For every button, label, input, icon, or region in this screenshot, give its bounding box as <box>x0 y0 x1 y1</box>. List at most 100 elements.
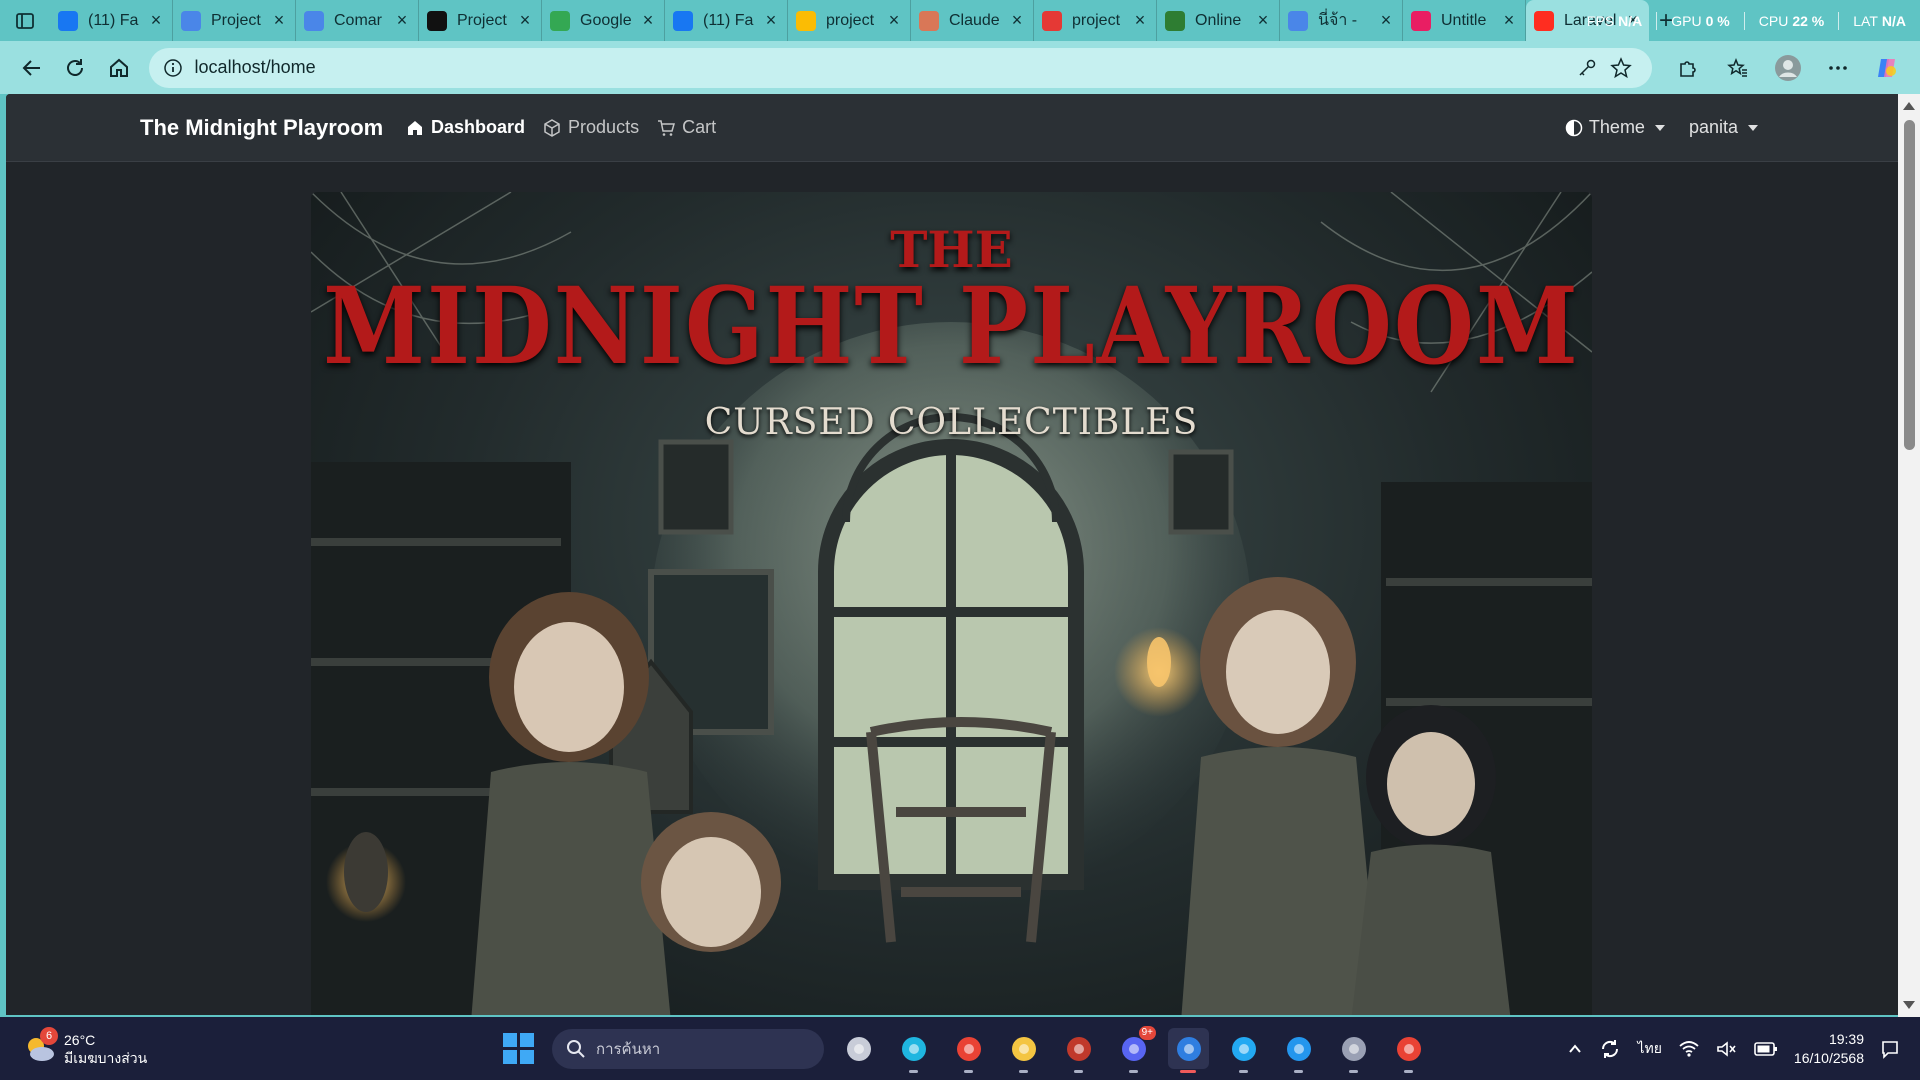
theme-dropdown[interactable]: Theme <box>1565 117 1665 138</box>
tab-close-icon[interactable]: × <box>517 10 533 31</box>
back-button[interactable] <box>10 46 54 90</box>
running-indicator <box>1180 1070 1196 1073</box>
star-icon <box>1610 56 1632 78</box>
browser-tab[interactable]: (11) Fa × <box>50 0 173 41</box>
more-options-button[interactable] <box>1816 46 1860 90</box>
tab-close-icon[interactable]: × <box>1132 10 1148 31</box>
nav-link-label: Dashboard <box>431 117 526 137</box>
tab-close-icon[interactable]: × <box>1009 10 1025 31</box>
sync-icon[interactable] <box>1599 1038 1621 1060</box>
read-aloud-button[interactable] <box>1570 58 1604 78</box>
taskbar-app[interactable] <box>948 1028 989 1073</box>
nav-link-label: Cart <box>682 117 717 137</box>
drive-icon <box>796 10 816 31</box>
refresh-icon <box>67 58 84 76</box>
copilot-icon <box>1878 58 1897 77</box>
taskbar-app[interactable] <box>838 1028 879 1069</box>
user-dropdown[interactable]: panita <box>1689 117 1758 138</box>
start-button[interactable] <box>498 1029 538 1069</box>
banner-subtitle: CURSED COLLECTIBLES <box>704 402 1199 443</box>
tab-title: Google <box>580 11 632 29</box>
input-language[interactable]: ไทย <box>1637 1038 1661 1060</box>
doll-left <box>471 592 671 1015</box>
tab-actions-button[interactable] <box>0 0 50 41</box>
browser-tab[interactable]: Claude × <box>911 0 1034 41</box>
weather-badge: 6 <box>40 1026 58 1045</box>
tab-close-icon[interactable]: × <box>1501 10 1517 31</box>
scroll-down-icon[interactable] <box>1903 1001 1915 1009</box>
browser-tab[interactable]: project × <box>788 0 911 41</box>
running-indicator <box>1019 1070 1028 1073</box>
chevron-up-icon[interactable] <box>1567 1041 1583 1057</box>
scroll-up-icon[interactable] <box>1903 102 1915 110</box>
gpu-value: 0 % <box>1705 12 1730 29</box>
site-brand-link[interactable]: The Midnight Playroom <box>140 115 383 141</box>
nav-link-products[interactable]: Products <box>543 117 639 138</box>
wifi-icon[interactable] <box>1678 1040 1700 1058</box>
profile-button[interactable] <box>1766 46 1810 90</box>
tab-close-icon[interactable]: × <box>763 10 779 31</box>
taskbar-app[interactable] <box>1388 1028 1429 1073</box>
refresh-button[interactable] <box>54 46 98 90</box>
tab-close-icon[interactable]: × <box>394 10 410 31</box>
taskbar-app[interactable] <box>1058 1028 1099 1073</box>
weather-widget[interactable]: 6 26°C มีเมฆบางส่วน <box>22 1026 147 1067</box>
favorite-button[interactable] <box>1604 56 1638 79</box>
favorites-button[interactable] <box>1716 46 1760 90</box>
perf-divider <box>1838 11 1840 30</box>
page-scrollbar[interactable] <box>1898 94 1920 1017</box>
running-indicator <box>1404 1070 1413 1073</box>
taskbar-app[interactable] <box>893 1028 934 1073</box>
azure-data-studio-icon <box>1176 1036 1201 1061</box>
browser-tab[interactable]: (11) Fa × <box>665 0 788 41</box>
tab-close-icon[interactable]: × <box>271 10 287 31</box>
pdf-icon <box>1042 10 1062 31</box>
copilot-button[interactable] <box>1866 46 1910 90</box>
tab-close-icon[interactable]: × <box>1378 10 1394 31</box>
nav-link-dashboard[interactable]: Dashboard <box>406 117 525 138</box>
facebook-icon <box>58 10 78 31</box>
site-info-icon[interactable] <box>163 58 183 78</box>
nav-link-cart[interactable]: Cart <box>657 117 716 138</box>
home-button[interactable] <box>97 46 141 90</box>
site-nav-links: Dashboard Products Cart <box>406 117 716 138</box>
scrollbar-thumb[interactable] <box>1904 120 1915 450</box>
doll-bottom <box>641 812 781 952</box>
url-text[interactable]: localhost/home <box>195 57 1570 78</box>
browser-tab[interactable]: Comar × <box>296 0 419 41</box>
windows-logo-icon <box>519 1033 534 1047</box>
tab-title: project <box>826 11 875 29</box>
taskbar-app[interactable]: 9+ <box>1113 1026 1156 1073</box>
battery-icon[interactable] <box>1754 1041 1778 1057</box>
browser-tab[interactable]: project × <box>1034 0 1157 41</box>
address-bar[interactable]: localhost/home <box>148 47 1653 88</box>
tab-close-icon[interactable]: × <box>640 10 656 31</box>
browser-tab[interactable]: Online × <box>1157 0 1280 41</box>
browser-tab[interactable]: Project × <box>173 0 296 41</box>
taskbar-app[interactable] <box>1003 1028 1044 1073</box>
nav-link-label: Products <box>568 117 640 137</box>
taskbar-app[interactable] <box>1278 1028 1319 1073</box>
extensions-button[interactable] <box>1666 46 1710 90</box>
browser-tab[interactable]: Google × <box>542 0 665 41</box>
volume-muted-icon[interactable] <box>1716 1040 1738 1058</box>
browser-tab[interactable]: นี่จ้า - × <box>1280 0 1403 41</box>
caret-down-icon <box>1654 124 1665 131</box>
banner-title: MIDNIGHT PLAYROOM <box>323 263 1580 389</box>
taskbar-app[interactable] <box>1223 1028 1264 1073</box>
avatar <box>1775 54 1802 81</box>
taskbar-app[interactable] <box>1333 1028 1374 1073</box>
browser-tab[interactable]: Untitle × <box>1403 0 1526 41</box>
perf-divider <box>1743 11 1745 30</box>
tab-close-icon[interactable]: × <box>148 10 164 31</box>
browser-tab[interactable]: Project × <box>419 0 542 41</box>
tab-title: (11) Fa <box>703 11 754 29</box>
theme-half-circle-icon <box>1565 119 1583 136</box>
tab-close-icon[interactable]: × <box>1255 10 1271 31</box>
notification-icon[interactable] <box>1880 1039 1900 1059</box>
search-placeholder: การค้นหา <box>596 1040 661 1058</box>
tab-close-icon[interactable]: × <box>886 10 902 31</box>
system-clock[interactable]: 19:39 16/10/2568 <box>1794 1030 1864 1068</box>
taskbar-app[interactable] <box>1168 1028 1209 1073</box>
taskbar-search[interactable]: การค้นหา <box>552 1028 824 1069</box>
